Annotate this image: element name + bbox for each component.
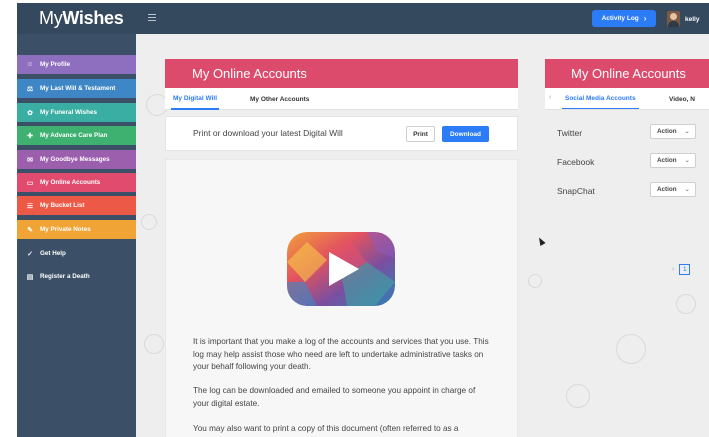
doodle-decoration	[141, 214, 157, 230]
scales-icon: ⚖	[26, 85, 34, 93]
tab-social-media-accounts[interactable]: Social Media Accounts	[562, 88, 639, 109]
page-number[interactable]: 1	[679, 264, 691, 275]
print-message: Print or download your latest Digital Wi…	[193, 128, 343, 138]
laptop-icon: ▭	[26, 179, 34, 187]
action-label: Action	[657, 128, 677, 135]
digital-will-panel: My Online Accounts My Digital Will My Ot…	[165, 59, 518, 437]
page-title: My Online Accounts	[165, 59, 518, 88]
menu-toggle-icon[interactable]	[148, 14, 156, 21]
print-download-bar: Print or download your latest Digital Wi…	[165, 116, 518, 151]
account-row: SnapChat Action ⌄	[545, 177, 709, 206]
action-dropdown[interactable]: Action ⌄	[650, 124, 696, 139]
sidebar-item-label: My Private Notes	[40, 226, 91, 233]
user-menu[interactable]: kelly	[667, 11, 699, 27]
list-icon: ☰	[26, 202, 34, 210]
avatar	[667, 11, 680, 27]
account-row: Twitter Action ⌄	[545, 119, 709, 148]
username: kelly	[685, 15, 700, 23]
video-thumbnail-icon	[287, 232, 395, 306]
sidebar-item-online-accounts[interactable]: ▭ My Online Accounts	[17, 173, 136, 192]
sidebar-item-funeral-wishes[interactable]: ✿ My Funeral Wishes	[17, 103, 136, 122]
chevron-down-icon: ⌄	[684, 158, 690, 164]
sidebar-item-my-profile[interactable]: ☺ My Profile	[17, 55, 136, 74]
sidebar-item-label: My Last Will & Testament	[40, 85, 116, 92]
sidebar-item-label: My Bucket List	[40, 202, 85, 209]
action-label: Action	[657, 157, 677, 164]
account-type-tabs: ‹ Social Media Accounts Video, N	[545, 88, 709, 110]
account-row: Facebook Action ⌄	[545, 148, 709, 177]
prev-page-icon[interactable]: ‹	[672, 266, 674, 273]
account-name: Facebook	[557, 157, 595, 167]
sidebar-item-label: My Funeral Wishes	[40, 109, 97, 116]
video-play-icon[interactable]	[287, 232, 395, 306]
sidebar-item-label: Get Help	[40, 250, 66, 257]
logo-text-my: My	[39, 8, 63, 28]
chevron-right-icon: ›	[643, 14, 647, 23]
doodle-decoration	[144, 334, 164, 354]
panel-title: My Online Accounts	[545, 59, 709, 88]
flower-icon: ✿	[27, 109, 33, 117]
activity-log-label: Activity Log	[601, 15, 639, 22]
sidebar: ☺ My Profile ⚖ My Last Will & Testament …	[17, 34, 136, 437]
tab-my-other-accounts[interactable]: My Other Accounts	[250, 88, 309, 110]
sidebar-item-label: My Profile	[40, 61, 71, 68]
pagination: ‹ 1	[672, 264, 691, 275]
doodle-decoration	[528, 274, 542, 288]
top-bar: MyWishes Activity Log › kelly	[17, 3, 709, 34]
sidebar-item-label: My Goodbye Messages	[40, 156, 110, 163]
sidebar-item-label: My Online Accounts	[40, 179, 101, 186]
activity-log-button[interactable]: Activity Log ›	[592, 10, 656, 27]
account-name: SnapChat	[557, 186, 595, 196]
action-dropdown[interactable]: Action ⌄	[650, 153, 696, 168]
medical-cross-icon: ✚	[27, 132, 33, 140]
info-content: It is important that you make a log of t…	[165, 159, 518, 437]
sidebar-item-bucket-list[interactable]: ☰ My Bucket List	[17, 196, 136, 215]
sidebar-item-label: My Advance Care Plan	[40, 132, 108, 139]
main-content: My Online Accounts My Digital Will My Ot…	[136, 34, 709, 437]
print-button[interactable]: Print	[406, 126, 435, 142]
document-icon: ▤	[26, 273, 34, 281]
tab-my-digital-will[interactable]: My Digital Will	[171, 88, 219, 110]
info-paragraph: You may also want to print a copy of thi…	[193, 424, 459, 433]
logo[interactable]: MyWishes	[39, 8, 124, 29]
action-label: Action	[657, 186, 677, 193]
chevron-down-icon: ⌄	[684, 129, 690, 135]
sidebar-item-register-death[interactable]: ▤ Register a Death	[17, 267, 136, 286]
download-button[interactable]: Download	[442, 126, 489, 142]
profile-icon: ☺	[26, 61, 34, 68]
tab-scroll-left-icon[interactable]: ‹	[549, 94, 551, 101]
app-window: MyWishes Activity Log › kelly ☺ My Profi…	[17, 3, 709, 437]
check-icon: ✓	[27, 250, 33, 258]
logo-text-wishes: Wishes	[62, 8, 124, 28]
tab-video[interactable]: Video, N	[669, 88, 695, 109]
pencil-icon: ✎	[27, 226, 33, 234]
action-dropdown[interactable]: Action ⌄	[650, 182, 696, 197]
envelope-icon: ✉	[27, 156, 33, 164]
sidebar-item-label: Register a Death	[40, 273, 90, 280]
chevron-down-icon: ⌄	[684, 187, 690, 193]
sidebar-item-get-help[interactable]: ✓ Get Help	[17, 244, 136, 263]
tab-bar: My Digital Will My Other Accounts	[165, 88, 518, 110]
account-name: Twitter	[557, 128, 583, 138]
info-paragraph: The log can be downloaded and emailed to…	[193, 386, 476, 408]
sidebar-item-private-notes[interactable]: ✎ My Private Notes	[17, 220, 136, 239]
sidebar-item-advance-care-plan[interactable]: ✚ My Advance Care Plan	[17, 126, 136, 145]
online-accounts-panel: My Online Accounts ‹ Social Media Accoun…	[545, 59, 709, 437]
info-paragraph: It is important that you make a log of t…	[193, 337, 489, 371]
sidebar-item-goodbye-messages[interactable]: ✉ My Goodbye Messages	[17, 150, 136, 169]
sidebar-item-last-will[interactable]: ⚖ My Last Will & Testament	[17, 79, 136, 98]
